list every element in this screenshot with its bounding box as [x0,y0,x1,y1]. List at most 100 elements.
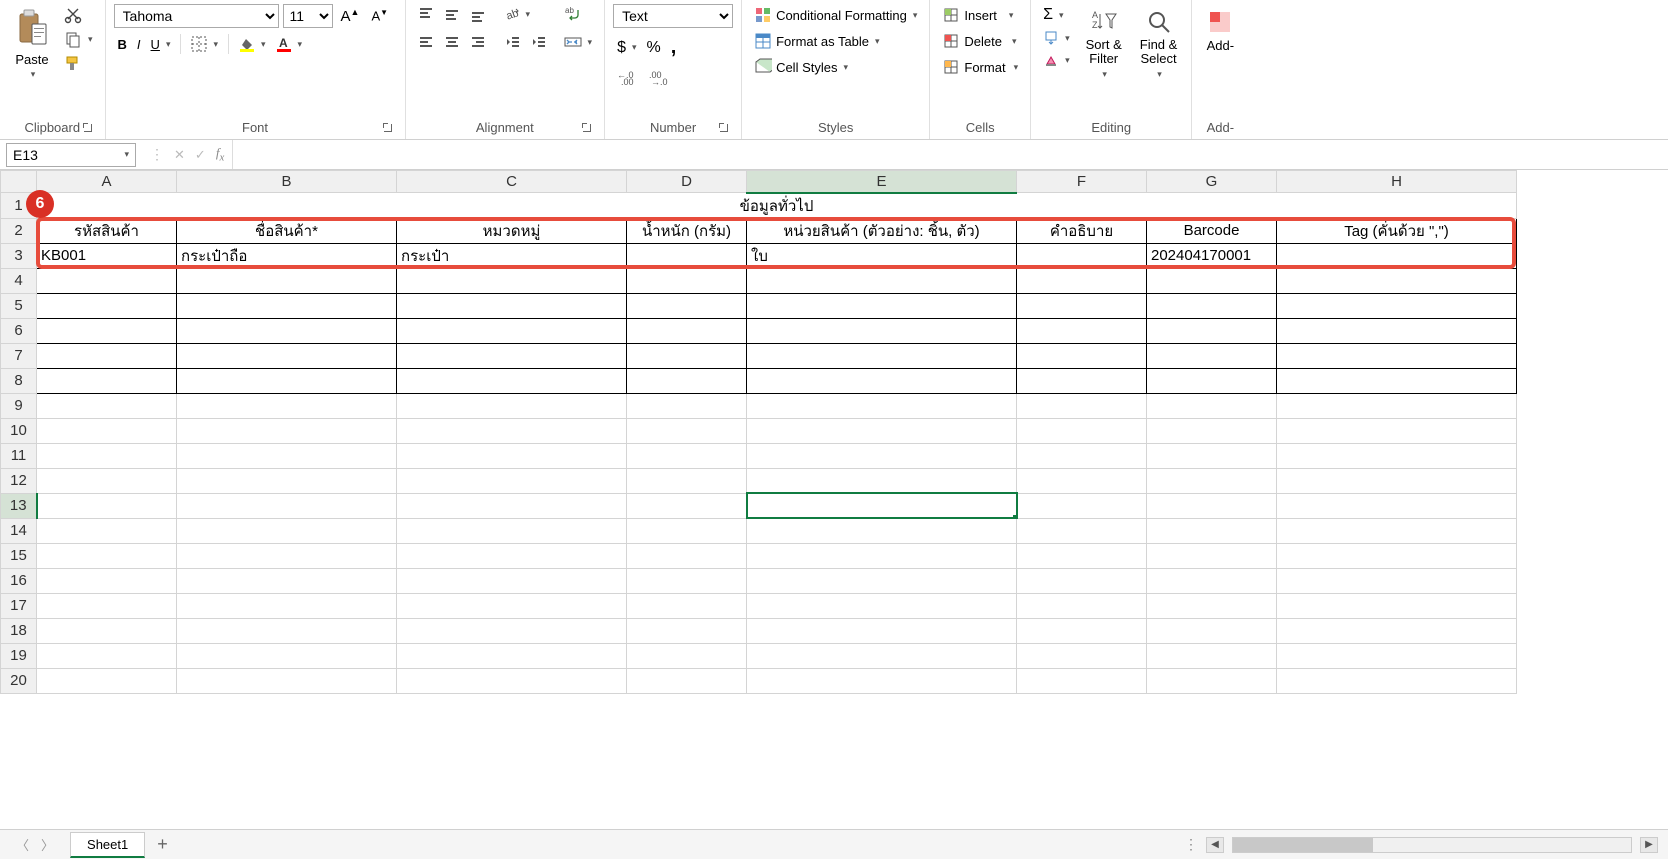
cell-D10[interactable] [627,418,747,443]
cell-E4[interactable] [747,268,1017,293]
row-header-12[interactable]: 12 [1,468,37,493]
cell-G6[interactable] [1147,318,1277,343]
add-sheet-button[interactable]: + [145,830,180,859]
align-middle-button[interactable] [440,4,464,24]
cell-H12[interactable] [1277,468,1517,493]
cell-C16[interactable] [397,568,627,593]
cell-B5[interactable] [177,293,397,318]
cell-H4[interactable] [1277,268,1517,293]
number-format-select[interactable]: Text [613,4,733,28]
cell-E10[interactable] [747,418,1017,443]
cell-G10[interactable] [1147,418,1277,443]
decrease-indent-button[interactable] [500,32,524,52]
row-header-4[interactable]: 4 [1,268,37,293]
font-color-button[interactable]: A ▾ [272,34,307,54]
addins-button[interactable]: Add- [1200,4,1240,57]
cell-B16[interactable] [177,568,397,593]
cancel-formula-button[interactable]: ✕ [172,147,187,163]
cell-E16[interactable] [747,568,1017,593]
font-dialog-launcher[interactable] [381,121,395,135]
copy-button[interactable]: ▾ [60,28,97,50]
increase-decimal-button[interactable]: ←.0.00 [613,67,643,87]
cell-H10[interactable] [1277,418,1517,443]
cell-B9[interactable] [177,393,397,418]
row-header-6[interactable]: 6 [1,318,37,343]
format-as-table-button[interactable]: Format as Table▾ [750,30,884,52]
cell-F20[interactable] [1017,668,1147,693]
bold-button[interactable]: B [114,35,131,54]
row-header-18[interactable]: 18 [1,618,37,643]
cell-H3[interactable] [1277,243,1517,268]
cell-E12[interactable] [747,468,1017,493]
cell-D11[interactable] [627,443,747,468]
cell-H11[interactable] [1277,443,1517,468]
cell-H19[interactable] [1277,643,1517,668]
cell-A5[interactable] [37,293,177,318]
cell-A11[interactable] [37,443,177,468]
cell-B17[interactable] [177,593,397,618]
autosum-button[interactable]: Σ▾ [1039,4,1074,26]
align-center-button[interactable] [440,32,464,52]
cell-F5[interactable] [1017,293,1147,318]
cell-E3[interactable]: ใบ [747,243,1017,268]
align-right-button[interactable] [466,32,490,52]
find-select-button[interactable]: Find & Select▾ [1134,4,1184,84]
column-header-F[interactable]: F [1017,171,1147,193]
column-header-G[interactable]: G [1147,171,1277,193]
cell-B20[interactable] [177,668,397,693]
cell-D20[interactable] [627,668,747,693]
formula-input[interactable] [233,140,1668,169]
cell-B10[interactable] [177,418,397,443]
row-header-3[interactable]: 3 [1,243,37,268]
underline-button[interactable]: U▾ [147,35,175,54]
cell-A20[interactable] [37,668,177,693]
cell-D19[interactable] [627,643,747,668]
clear-button[interactable]: ▾ [1039,50,1074,70]
cell-H8[interactable] [1277,368,1517,393]
cell-E13[interactable] [747,493,1017,518]
cell-G20[interactable] [1147,668,1277,693]
paste-button[interactable]: Paste ▾ [8,4,56,84]
cell-F7[interactable] [1017,343,1147,368]
cell-title[interactable]: ข้อมูลทั่วไป [37,193,1517,219]
cell-F18[interactable] [1017,618,1147,643]
comma-format-button[interactable]: , [667,34,681,61]
cell-B8[interactable] [177,368,397,393]
cell-E18[interactable] [747,618,1017,643]
cell-C8[interactable] [397,368,627,393]
cell-F8[interactable] [1017,368,1147,393]
number-dialog-launcher[interactable] [717,121,731,135]
increase-indent-button[interactable] [526,32,550,52]
italic-button[interactable]: I [133,35,145,54]
cell-C5[interactable] [397,293,627,318]
insert-function-button[interactable]: fx [214,145,226,164]
cell-F11[interactable] [1017,443,1147,468]
cell-A4[interactable] [37,268,177,293]
cell-E17[interactable] [747,593,1017,618]
cell-B15[interactable] [177,543,397,568]
cell-F16[interactable] [1017,568,1147,593]
cell-F3[interactable] [1017,243,1147,268]
cell-F13[interactable] [1017,493,1147,518]
cell-header-F[interactable]: คำอธิบาย [1017,218,1147,243]
cell-G9[interactable] [1147,393,1277,418]
cell-C17[interactable] [397,593,627,618]
cell-C7[interactable] [397,343,627,368]
align-top-button[interactable] [414,4,438,24]
cell-H7[interactable] [1277,343,1517,368]
cell-C15[interactable] [397,543,627,568]
cell-D4[interactable] [627,268,747,293]
cell-G19[interactable] [1147,643,1277,668]
cell-E7[interactable] [747,343,1017,368]
percent-format-button[interactable]: % [643,34,665,61]
cell-E8[interactable] [747,368,1017,393]
cell-F10[interactable] [1017,418,1147,443]
cell-D12[interactable] [627,468,747,493]
cell-E11[interactable] [747,443,1017,468]
decrease-decimal-button[interactable]: .00→.0 [645,67,675,87]
cell-B11[interactable] [177,443,397,468]
conditional-formatting-button[interactable]: Conditional Formatting▾ [750,4,921,26]
insert-cells-button[interactable]: Insert▾ [938,4,1017,26]
cell-D3[interactable] [627,243,747,268]
cut-button[interactable] [60,4,97,26]
